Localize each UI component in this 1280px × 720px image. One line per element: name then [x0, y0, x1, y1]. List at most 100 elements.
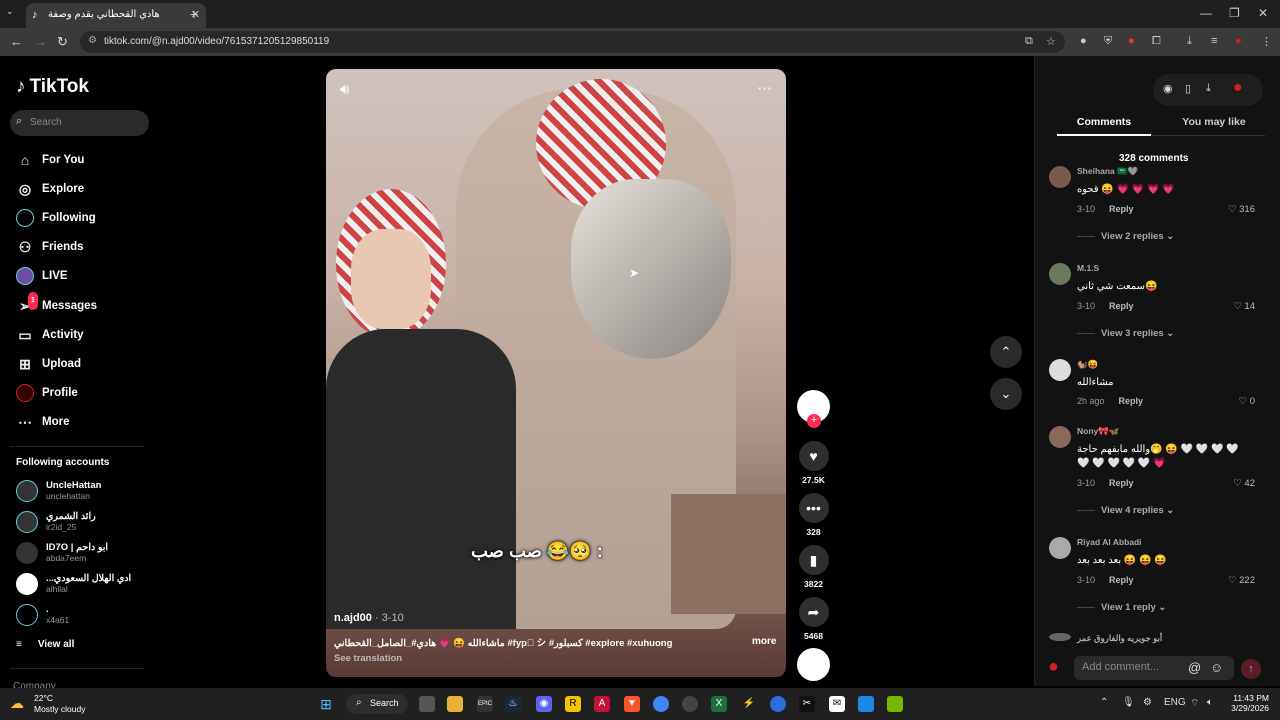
brave-icon[interactable]: ▼ [624, 696, 640, 712]
view-replies-button[interactable]: View 1 reply ⌄ [1077, 602, 1166, 613]
account-item[interactable]: UncleHattan unclehattan [16, 480, 156, 506]
like-button[interactable]: ♥ 27.5K [797, 441, 830, 485]
obs-icon[interactable] [682, 696, 698, 712]
app-icon[interactable] [858, 696, 874, 712]
nav-for-you[interactable]: ⌂ For You [16, 151, 146, 173]
avatar[interactable] [1049, 166, 1071, 188]
account-item[interactable]: رائد الشمري ir2id_25 [16, 511, 156, 537]
browser-tab[interactable]: ♪ هادي القحطاني يقدم وصفة ✕ [26, 3, 206, 28]
comment-like-button[interactable]: ♡ 316 [1228, 204, 1255, 215]
rockstar-icon[interactable]: R [565, 696, 581, 712]
view-replies-button[interactable]: View 4 replies ⌄ [1077, 505, 1174, 516]
tab-search-icon[interactable]: ⌄ [6, 6, 14, 17]
send-button[interactable]: ↑ [1241, 659, 1261, 679]
taskbar-search[interactable]: ⌕ Search [346, 694, 408, 714]
nav-messages[interactable]: ➢ 1 Messages [16, 292, 146, 319]
view-all-button[interactable]: ≡ View all [16, 639, 74, 650]
excel-icon[interactable]: X [711, 696, 727, 712]
reply-button[interactable]: Reply [1109, 204, 1134, 214]
see-translation-link[interactable]: See translation [334, 653, 402, 664]
speaker-icon[interactable]: 🔈︎ [1207, 697, 1213, 708]
windows-start-icon[interactable]: ⊞ [318, 696, 334, 712]
record-icon[interactable]: ● [1128, 35, 1135, 47]
comment-like-button[interactable]: ♡ 0 [1239, 396, 1255, 407]
share-button[interactable]: ➦ 5468 [797, 597, 830, 641]
creator-avatar[interactable]: + [797, 390, 830, 428]
new-tab-button[interactable]: + [190, 6, 198, 22]
avatar[interactable] [1049, 633, 1071, 641]
forward-button[interactable]: → [34, 34, 47, 49]
wifi-icon[interactable]: ⌔ [1190, 697, 1199, 710]
mail-icon[interactable]: ✉ [829, 696, 845, 712]
bookmark-star-icon[interactable]: ☆ [1046, 35, 1056, 48]
chevron-up-icon[interactable]: ⌃ [1100, 697, 1108, 708]
tiktok-logo[interactable]: ♪ TikTok [16, 76, 89, 98]
adobe-icon[interactable]: A [594, 696, 610, 712]
view-replies-button[interactable]: View 3 replies ⌄ [1077, 328, 1174, 339]
account-item[interactable]: . x4a61 [16, 604, 156, 630]
compass-icon[interactable]: ◉ [1163, 82, 1173, 95]
puzzle-icon[interactable]: ⧠ [1152, 35, 1161, 48]
avatar[interactable] [1049, 426, 1071, 448]
music-disc[interactable] [797, 648, 830, 681]
tab-you-may-like[interactable]: You may like [1167, 116, 1261, 128]
discord-icon[interactable]: ◉ [536, 696, 552, 712]
next-video-button[interactable]: ⌄ [990, 378, 1022, 410]
comment-like-button[interactable]: ♡ 42 [1233, 478, 1255, 489]
follow-plus-icon[interactable]: + [807, 414, 821, 428]
mention-icon[interactable]: @ [1188, 660, 1201, 675]
clock[interactable]: 11:43 PM 3/29/2026 [1225, 693, 1269, 713]
account-item[interactable]: ...ادي الهلال السعودي alhilal [16, 573, 156, 599]
nav-activity[interactable]: ▭ Activity [16, 326, 146, 348]
view-replies-button[interactable]: View 2 replies ⌄ [1077, 231, 1174, 242]
install-app-icon[interactable]: ⧉ [1025, 35, 1033, 48]
address-bar[interactable]: ⚙ tiktok.com/@n.ajd00/video/761537120512… [80, 31, 1065, 53]
nav-profile[interactable]: Profile [16, 384, 146, 406]
browser-menu-icon[interactable]: ⋮ [1261, 35, 1272, 48]
reload-button[interactable]: ↻ [57, 34, 68, 50]
search-input[interactable]: ⌕ Search [10, 110, 149, 136]
reply-button[interactable]: Reply [1119, 396, 1144, 406]
reply-button[interactable]: Reply [1109, 575, 1134, 585]
more-options-icon[interactable]: ⋯ [757, 79, 772, 97]
chrome-icon[interactable] [653, 696, 669, 712]
site-info-icon[interactable]: ⚙ [88, 35, 97, 46]
avatar[interactable] [1049, 263, 1071, 285]
steam-icon[interactable]: ♨ [505, 696, 521, 712]
network-icon[interactable]: ⚙ [1143, 697, 1152, 708]
reply-button[interactable]: Reply [1109, 301, 1134, 311]
nav-friends[interactable]: ⚇ Friends [16, 238, 146, 260]
tab-comments[interactable]: Comments [1057, 116, 1151, 136]
avatar[interactable]: ● [1233, 79, 1243, 97]
nav-following[interactable]: Following [16, 209, 146, 231]
back-button[interactable]: ← [10, 34, 23, 49]
task-view-icon[interactable] [419, 696, 435, 712]
video-author[interactable]: n.ajd00 · 3-10 [334, 612, 404, 624]
language-indicator[interactable]: ENG [1164, 697, 1186, 708]
extension-icon[interactable]: ● [1080, 35, 1087, 47]
file-explorer-icon[interactable] [447, 696, 463, 712]
profile-avatar-icon[interactable]: ● [1235, 35, 1242, 47]
comment-like-button[interactable]: ♡ 222 [1228, 575, 1255, 586]
restore-button[interactable]: ❐ [1229, 6, 1240, 20]
epic-games-icon[interactable]: EPIC [477, 696, 493, 712]
media-icon[interactable]: ≡ [1211, 35, 1217, 47]
minimize-button[interactable]: — [1200, 6, 1212, 20]
nav-explore[interactable]: ◎ Explore [16, 180, 146, 202]
capcut-icon[interactable]: ✂ [799, 696, 815, 712]
close-window-button[interactable]: ✕ [1258, 6, 1268, 20]
download-icon[interactable]: ⤓ [1206, 82, 1211, 95]
download-icon[interactable]: ⤓ [1187, 35, 1192, 48]
nav-upload[interactable]: ⊞ Upload [16, 355, 146, 377]
app-icon[interactable] [770, 696, 786, 712]
nvidia-icon[interactable] [887, 696, 903, 712]
avatar[interactable] [1049, 537, 1071, 559]
emoji-icon[interactable]: ☺ [1210, 660, 1223, 675]
comment-like-button[interactable]: ♡ 14 [1233, 301, 1255, 312]
shield-icon[interactable]: ⛨ [1104, 35, 1112, 48]
save-button[interactable]: ▮ 3822 [797, 545, 830, 589]
account-item[interactable]: ID7O | ابو داحم abda7eem [16, 542, 156, 568]
nav-more[interactable]: ⋯ More [16, 413, 146, 435]
comment-button[interactable]: ••• 328 [797, 493, 830, 537]
nav-live[interactable]: LIVE [16, 267, 146, 289]
